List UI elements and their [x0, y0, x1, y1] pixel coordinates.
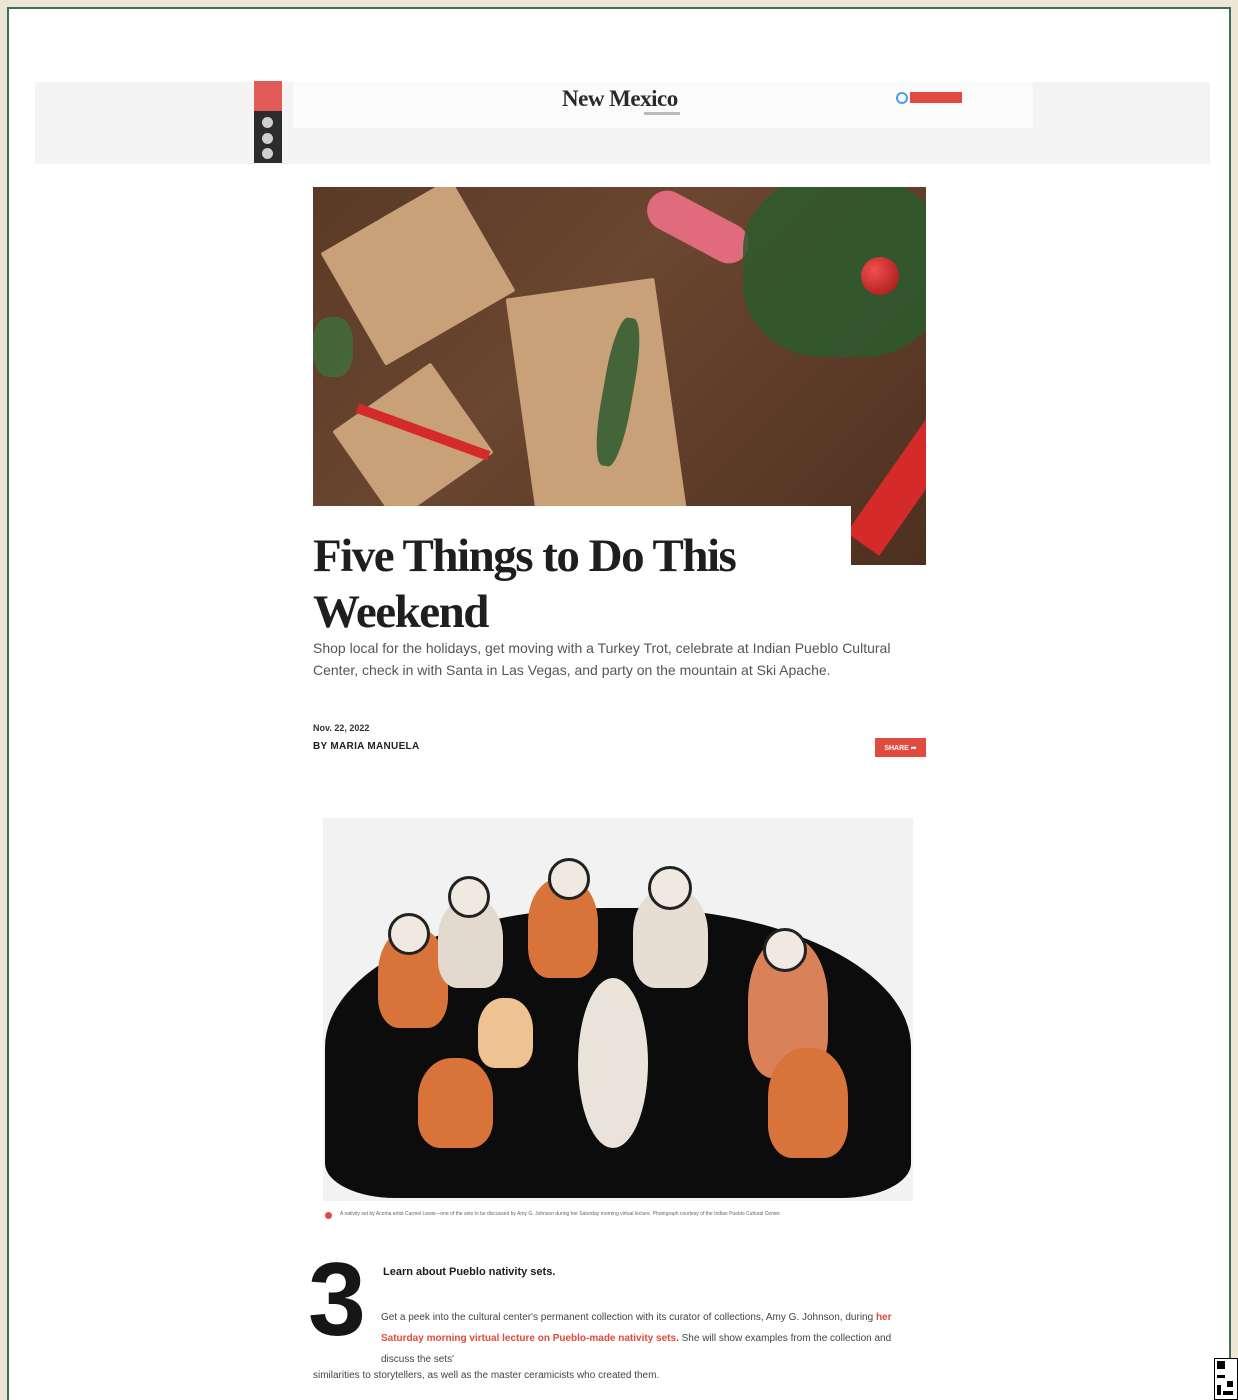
gift-box: [332, 362, 494, 522]
twine-spool: [640, 187, 756, 271]
photo-caption: A nativity set by Acoma artist Carmel Le…: [340, 1211, 781, 1217]
nativity-figure: [578, 978, 648, 1148]
body-text: Get a peek into the cultural center's pe…: [381, 1312, 876, 1323]
section-heading: Learn about Pueblo nativity sets.: [383, 1266, 556, 1278]
article-headline: Five Things to Do This Weekend: [313, 530, 737, 638]
mini-tree: [313, 317, 353, 377]
nativity-photo: [323, 818, 913, 1201]
figure-head: [448, 876, 490, 918]
facebook-icon[interactable]: [262, 133, 273, 144]
share-icon[interactable]: [254, 81, 282, 111]
nativity-figure: [478, 998, 533, 1068]
section-number: 3: [308, 1242, 366, 1358]
qr-code: [1214, 1358, 1238, 1400]
article-dek: Shop local for the holidays, get moving …: [313, 640, 891, 678]
nativity-figure: [418, 1058, 493, 1148]
twitter-icon[interactable]: [262, 148, 273, 159]
ornament-ball: [861, 257, 899, 295]
social-share-rail: [254, 81, 282, 163]
figure-head: [648, 866, 692, 910]
section-body-cont: similarities to storytellers, as well as…: [313, 1370, 660, 1381]
logo-tagline-mark: [644, 112, 680, 115]
site-logo[interactable]: New Mexico: [562, 86, 678, 112]
figure-head: [388, 913, 430, 955]
figure-head: [548, 858, 590, 900]
article-byline[interactable]: BY MARIA MANUELA: [313, 741, 419, 752]
nativity-figure: [768, 1048, 848, 1158]
pinterest-icon[interactable]: [262, 117, 273, 128]
share-button[interactable]: SHARE ➦: [875, 738, 926, 757]
camera-icon: [325, 1212, 332, 1219]
article-date: Nov. 22, 2022: [313, 723, 370, 733]
wrapping-paper-roll: [846, 418, 926, 556]
section-body: Get a peek into the cultural center's pe…: [381, 1307, 926, 1370]
subscribe-button[interactable]: [910, 92, 962, 103]
figure-head: [763, 928, 807, 972]
search-icon[interactable]: [896, 92, 908, 104]
